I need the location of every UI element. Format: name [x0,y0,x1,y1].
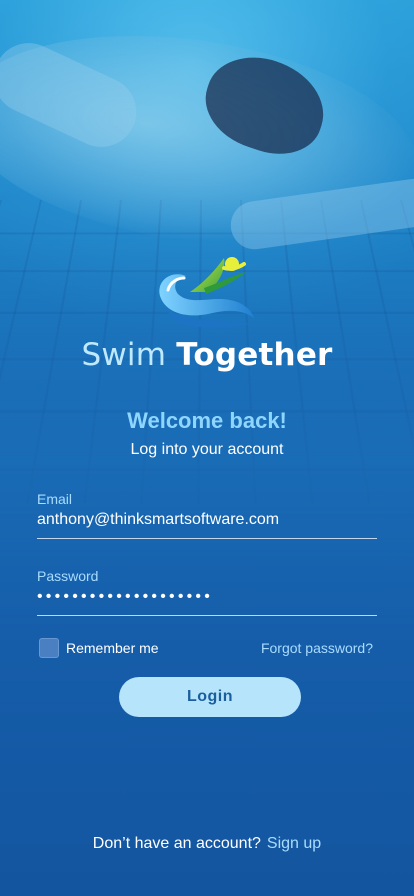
password-underline [37,615,377,616]
password-input[interactable]: •••••••••••••••••••• [37,588,377,606]
remember-me-checkbox[interactable] [39,638,59,658]
email-field[interactable]: Email anthony@thinksmartsoftware.com [37,491,377,539]
email-input[interactable]: anthony@thinksmartsoftware.com [37,511,377,529]
signup-link[interactable]: Sign up [267,835,321,852]
signup-question: Don’t have an account? [92,835,261,852]
brand-name-light: Swim [81,337,167,373]
background-fade [0,230,414,896]
forgot-password-link[interactable]: Forgot password? [261,640,373,656]
signup-prompt: Don’t have an account? Sign up [0,835,414,853]
remember-me-toggle[interactable]: Remember me [39,638,159,658]
brand-name: Swim Together [0,337,414,373]
brand-name-bold: Together [176,337,333,373]
swimmer-wave-logo-icon [159,257,254,328]
remember-me-label: Remember me [66,640,159,656]
welcome-subtitle: Log into your account [130,441,284,458]
email-underline [37,538,377,539]
login-button[interactable]: Login [119,677,301,717]
password-field[interactable]: Password •••••••••••••••••••• [37,568,377,616]
welcome-heading: Welcome back! [127,408,287,433]
email-label: Email [37,491,73,507]
password-label: Password [37,568,99,584]
